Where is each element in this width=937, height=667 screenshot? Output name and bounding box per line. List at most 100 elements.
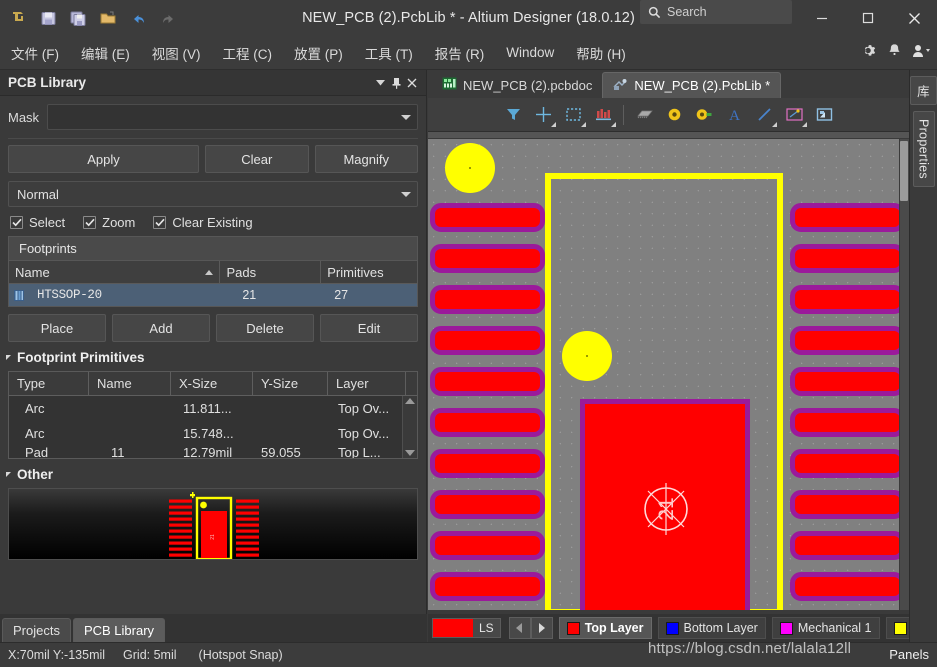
checkbox-clear-existing[interactable]: Clear Existing [153,215,253,230]
mask-mode-select[interactable]: Normal [8,181,418,207]
table-row[interactable]: Arc 15.748... Top Ov... [9,421,417,446]
column-header-primitives[interactable]: Primitives [321,261,417,283]
menu-item-file[interactable]: 文件 (F) [0,39,70,67]
column-header-name[interactable]: Name [9,261,221,283]
crosshair-placement-icon[interactable] [529,102,557,128]
text-string-icon[interactable]: A [720,102,748,128]
ic-component-icon[interactable] [630,102,658,128]
search-input[interactable]: Search [640,0,792,24]
footprint-primitives-section-header[interactable]: Footprint Primitives [0,342,426,371]
pad-left-7[interactable] [430,449,545,478]
table-row[interactable]: HTSSOP-20 21 27 [9,284,417,306]
menu-item-project[interactable]: 工程 (C) [212,39,284,67]
menu-item-edit[interactable]: 编辑 (E) [70,39,141,67]
dropdown-arrow-icon[interactable] [611,121,616,127]
redo-icon[interactable] [154,4,182,32]
dimension-icon[interactable] [780,102,808,128]
line-icon[interactable] [750,102,778,128]
pad-left-10[interactable] [430,572,545,601]
tab-pcbdoc[interactable]: NEW_PCB (2).pcbdoc [432,72,602,98]
scrollbar-thumb[interactable] [900,141,908,201]
pin-icon[interactable] [388,73,404,93]
pad-left-4[interactable] [430,326,545,355]
scroll-up-icon[interactable] [405,398,415,404]
altium-logo-icon[interactable] [4,4,32,32]
pad-right-4[interactable] [790,326,899,355]
polygon-pour-icon[interactable] [810,102,838,128]
other-section-header[interactable]: Other [0,459,426,488]
pad-right-6[interactable] [790,408,899,437]
edit-button[interactable]: Edit [320,314,418,342]
close-icon[interactable] [404,73,420,93]
dropdown-arrow-icon[interactable] [802,121,807,127]
delete-button[interactable]: Delete [216,314,314,342]
pad-left-9[interactable] [430,531,545,560]
pad-left-1[interactable] [430,203,545,232]
minimize-button[interactable] [799,0,845,36]
save-icon[interactable] [34,4,62,32]
menu-item-view[interactable]: 视图 (V) [141,39,212,67]
pad-right-3[interactable] [790,285,899,314]
maximize-button[interactable] [845,0,891,36]
pcb-canvas[interactable]: 21 [428,139,899,610]
chevron-down-icon[interactable] [372,73,388,93]
pad-left-8[interactable] [430,490,545,519]
pad-right-2[interactable] [790,244,899,273]
place-button[interactable]: Place [8,314,106,342]
pad-left-6[interactable] [430,408,545,437]
pad-right-10[interactable] [790,572,899,601]
magnify-button[interactable]: Magnify [314,145,418,173]
checkbox-zoom[interactable]: Zoom [83,215,135,230]
pad-right-7[interactable] [790,449,899,478]
scroll-down-icon[interactable] [405,450,415,456]
selection-rectangle-icon[interactable] [559,102,587,128]
save-all-icon[interactable] [64,4,92,32]
pad-right-9[interactable] [790,531,899,560]
open-folder-icon[interactable] [94,4,122,32]
bell-icon[interactable] [888,43,901,63]
dropdown-arrow-icon[interactable] [772,121,777,127]
pad-left-2[interactable] [430,244,545,273]
menu-item-place[interactable]: 放置 (P) [283,39,354,67]
pad-left-5[interactable] [430,367,545,396]
gear-icon[interactable] [863,43,878,63]
menu-item-help[interactable]: 帮助 (H) [565,39,637,67]
current-layer-indicator[interactable]: LS [432,618,501,638]
tab-pcb-library[interactable]: PCB Library [72,618,166,642]
thermal-pad[interactable] [580,399,750,610]
column-header-layer[interactable]: Layer [328,372,406,395]
undo-icon[interactable] [124,4,152,32]
layer-prev-button[interactable] [508,617,531,639]
user-icon[interactable] [911,43,931,63]
primitives-scrollbar[interactable] [402,396,417,458]
close-button[interactable] [891,0,937,36]
filter-icon[interactable] [499,102,527,128]
mask-input[interactable] [47,104,418,130]
apply-button[interactable]: Apply [8,145,200,173]
add-button[interactable]: Add [112,314,210,342]
table-row[interactable]: Arc 11.811... Top Ov... [9,396,417,421]
column-header-ysize[interactable]: Y-Size [253,372,328,395]
via-icon[interactable] [660,102,688,128]
properties-vertical-tab[interactable]: Properties [912,111,935,187]
column-header-type[interactable]: Type [9,372,89,395]
layer-tab-mechanical-1[interactable]: Mechanical 1 [771,617,880,639]
circle-pad-floating[interactable] [445,143,495,193]
pad-left-3[interactable] [430,285,545,314]
dropdown-arrow-icon[interactable] [551,121,556,127]
clear-button[interactable]: Clear [205,145,309,173]
panels-button[interactable]: Panels [883,645,935,664]
column-header-pads[interactable]: Pads [220,261,322,283]
table-row[interactable]: Pad 11 12.79mil 59.055 Top L... [9,446,417,458]
dropdown-arrow-icon[interactable] [581,121,586,127]
tab-pcblib[interactable]: NEW_PCB (2).PcbLib * [602,72,782,98]
footprint-preview[interactable]: 21 [8,488,418,560]
pin1-marker-circle[interactable] [562,331,612,381]
pad-right-1[interactable] [790,203,899,232]
component-placement-icon[interactable] [589,102,617,128]
layer-tab-bottom-layer[interactable]: Bottom Layer [657,617,766,639]
menu-item-tools[interactable]: 工具 (T) [354,39,424,67]
pad-icon[interactable] [690,102,718,128]
pad-right-5[interactable] [790,367,899,396]
pad-right-8[interactable] [790,490,899,519]
